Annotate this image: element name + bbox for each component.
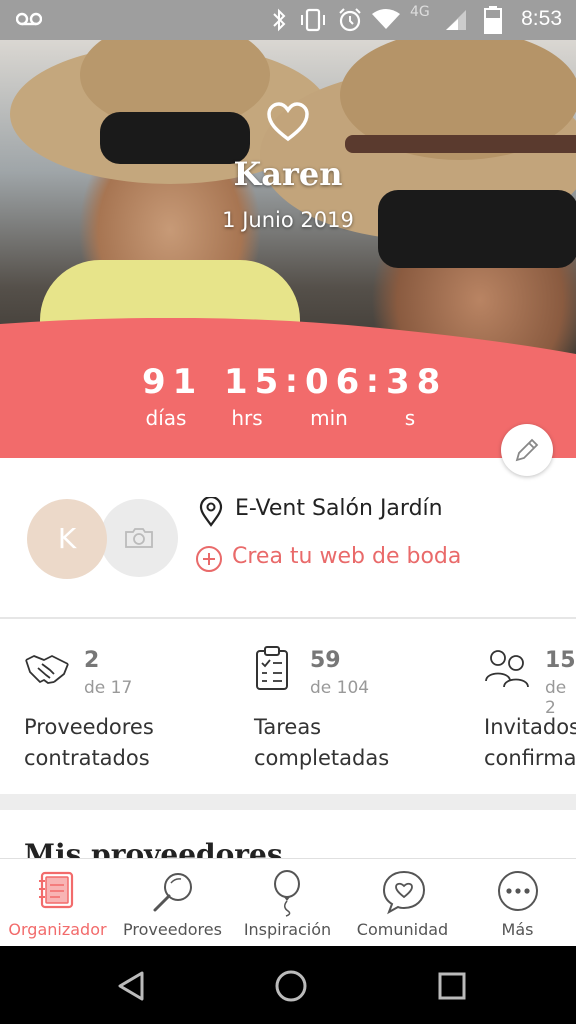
balloon-icon: [274, 870, 300, 917]
magnifier-icon: [153, 873, 192, 912]
nav-label-comunidad: Comunidad: [356, 920, 449, 939]
voicemail-icon: [16, 12, 42, 26]
system-navigation-bar: [0, 946, 576, 1024]
section-gap: [0, 794, 576, 810]
heart-icon: [267, 102, 309, 142]
home-icon[interactable]: [273, 968, 309, 1004]
edit-button[interactable]: [501, 424, 553, 476]
stat-tasks-label-line1: Tareas: [254, 715, 322, 739]
bottom-nav: Organizador Proveedores Inspiración Comu…: [0, 858, 576, 947]
chat-heart-icon: [382, 870, 426, 915]
couple-name: Karen: [233, 155, 343, 193]
battery-icon: [484, 6, 502, 34]
divider: [0, 617, 576, 619]
handshake-icon: [25, 655, 69, 684]
wedding-date: 1 Junio 2019: [222, 208, 354, 232]
nav-item-organizador[interactable]: Organizador: [0, 859, 115, 947]
nav-item-mas[interactable]: Más: [460, 859, 575, 947]
stat-tasks-label-line2: completadas: [254, 746, 390, 770]
stat-guests-label-line1: Invitados: [484, 715, 576, 739]
countdown-separator: :: [285, 362, 298, 400]
nav-item-comunidad[interactable]: Comunidad: [345, 859, 460, 947]
avatar[interactable]: K: [27, 499, 107, 579]
bluetooth-icon: [273, 8, 286, 32]
countdown-hours-label: hrs: [231, 406, 263, 430]
countdown-seconds-label: s: [404, 406, 416, 430]
stat-guests-value: 15: [545, 648, 576, 673]
notebook-icon: [39, 871, 74, 909]
pencil-icon: [515, 438, 539, 462]
stat-suppliers-value: 2: [84, 648, 100, 673]
countdown-minutes: 06: [305, 362, 367, 402]
nav-label-mas: Más: [501, 920, 534, 939]
nav-label-proveedores: Proveedores: [123, 920, 222, 939]
countdown-days-label: días: [145, 406, 187, 430]
clipboard-checklist-icon: [256, 646, 288, 690]
more-dots-icon: [498, 871, 538, 911]
countdown-minutes-label: min: [310, 406, 348, 430]
signal-icon: [446, 10, 466, 30]
wifi-icon: [372, 9, 400, 29]
stat-guests-label-line2: confirma: [484, 746, 576, 770]
back-icon[interactable]: [116, 970, 148, 1002]
clock: 8:53: [521, 7, 562, 30]
location-pin-icon: [199, 497, 223, 527]
status-bar: 4G 8:53: [0, 0, 576, 40]
partner-photo-placeholder[interactable]: [100, 499, 178, 577]
nav-item-proveedores[interactable]: Proveedores: [115, 859, 230, 947]
countdown-hours: 15: [224, 362, 286, 402]
nav-label-organizador: Organizador: [8, 920, 107, 939]
countdown-days: 91: [142, 362, 204, 402]
stat-suppliers-total: de 17: [84, 678, 133, 698]
alarm-icon: [339, 8, 361, 32]
countdown-seconds: 38: [386, 362, 448, 402]
recents-icon[interactable]: [436, 970, 468, 1002]
stat-tasks-total: de 104: [310, 678, 370, 698]
stat-tasks-value: 59: [310, 648, 341, 673]
stat-suppliers-label-line1: Proveedores: [24, 715, 154, 739]
network-type: 4G: [410, 4, 430, 20]
stat-suppliers-label-line2: contratados: [24, 746, 150, 770]
add-circle-icon: [196, 546, 222, 572]
guests-icon: [485, 650, 529, 688]
venue-name[interactable]: E-Vent Salón Jardín: [235, 496, 443, 521]
vibrate-icon: [301, 8, 325, 32]
camera-icon: [125, 528, 153, 548]
countdown-separator: :: [366, 362, 379, 400]
create-wedding-website-link[interactable]: Crea tu web de boda: [232, 544, 461, 569]
nav-item-inspiracion[interactable]: Inspiración: [230, 859, 345, 947]
nav-label-inspiracion: Inspiración: [243, 920, 332, 939]
